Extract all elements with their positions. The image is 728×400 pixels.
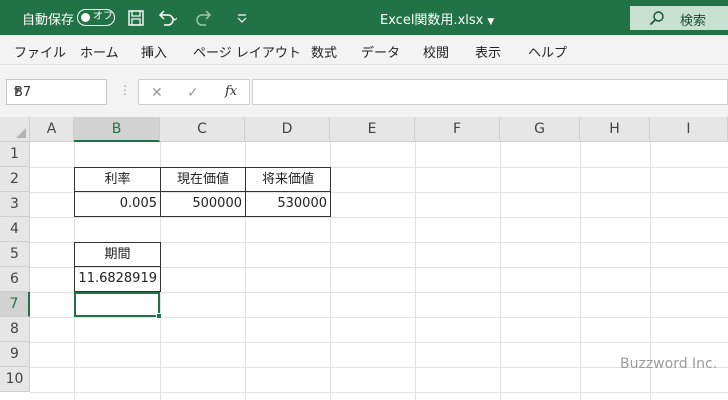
tab-insert[interactable]: 挿入: [141, 42, 167, 61]
search-label: 検索: [680, 14, 707, 29]
gridline: [30, 317, 728, 318]
row-header[interactable]: 10: [0, 367, 30, 392]
row-header[interactable]: 6: [0, 267, 30, 292]
ribbon-tabs: ファイル ホーム 挿入 ページ レイアウト 数式 データ 校閲 表示 ヘルプ: [0, 35, 728, 65]
gridline: [30, 217, 728, 218]
save-icon[interactable]: [125, 7, 147, 29]
redo-icon[interactable]: [193, 7, 215, 29]
row-header[interactable]: 1: [0, 142, 30, 167]
cell-b5[interactable]: 期間: [74, 242, 161, 267]
title-bar: 自動保存 オフ Excel関数用.xlsx ▼ 検索: [0, 0, 728, 35]
toggle-knob: [81, 12, 90, 22]
fill-handle[interactable]: [156, 313, 162, 319]
column-header[interactable]: A: [30, 117, 74, 142]
cell-c2[interactable]: 現在価値: [160, 167, 246, 192]
active-cell-b7[interactable]: [74, 292, 162, 319]
undo-icon[interactable]: [155, 7, 178, 29]
gridline: [500, 142, 501, 400]
gridline: [580, 142, 581, 400]
customize-qat-icon[interactable]: [232, 7, 254, 29]
document-title[interactable]: Excel関数用.xlsx ▼: [380, 9, 494, 28]
search-box[interactable]: 検索: [630, 6, 728, 30]
column-header[interactable]: I: [650, 117, 728, 142]
autosave-label: 自動保存: [22, 13, 75, 28]
enter-icon[interactable]: ✓: [187, 85, 199, 101]
insert-function-icon[interactable]: fx: [225, 84, 237, 99]
formula-input[interactable]: [252, 79, 728, 105]
column-header[interactable]: C: [160, 117, 245, 142]
tab-formulas[interactable]: 数式: [311, 42, 337, 61]
select-all-icon: [16, 128, 26, 138]
tab-view[interactable]: 表示: [475, 42, 501, 61]
name-box[interactable]: B7 ▼: [6, 79, 107, 105]
tab-review[interactable]: 校閲: [423, 42, 449, 61]
row-header[interactable]: 7: [0, 292, 30, 317]
column-header[interactable]: F: [415, 117, 500, 142]
row-header[interactable]: 3: [0, 192, 30, 217]
spreadsheet-grid[interactable]: A B C D E F G H I 1 2 3 4 5 6 7 8 9 10 利…: [0, 117, 728, 400]
cell-d2[interactable]: 将来価値: [245, 167, 331, 192]
more-options-icon[interactable]: ⋮: [119, 83, 131, 97]
gridline: [30, 392, 728, 393]
gridline: [30, 342, 728, 343]
cell-c3[interactable]: 500000: [160, 191, 246, 217]
cell-d3[interactable]: 530000: [245, 191, 331, 217]
tab-home[interactable]: ホーム: [80, 42, 119, 61]
column-header[interactable]: G: [500, 117, 580, 142]
search-icon: [649, 11, 664, 26]
gridline: [415, 142, 416, 400]
column-header[interactable]: D: [245, 117, 330, 142]
cell-b2[interactable]: 利率: [74, 167, 161, 192]
formula-buttons: ✕ ✓ fx: [138, 79, 250, 105]
column-header[interactable]: H: [580, 117, 650, 142]
row-header[interactable]: 2: [0, 167, 30, 192]
watermark: Buzzword Inc.: [620, 356, 718, 372]
tab-help[interactable]: ヘルプ: [528, 42, 567, 61]
cell-b6[interactable]: 11.6828919: [74, 266, 161, 292]
select-all-button[interactable]: [0, 117, 30, 142]
row-header[interactable]: 5: [0, 242, 30, 267]
tab-data[interactable]: データ: [361, 42, 400, 61]
document-title-text: Excel関数用.xlsx: [380, 13, 484, 28]
column-header[interactable]: E: [330, 117, 415, 142]
row-header[interactable]: 4: [0, 217, 30, 242]
row-header[interactable]: 8: [0, 317, 30, 342]
tab-page-layout[interactable]: ページ レイアウト: [193, 42, 301, 61]
cell-b3[interactable]: 0.005: [74, 191, 161, 217]
column-header[interactable]: B: [74, 117, 160, 142]
chevron-down-icon: ▼: [487, 17, 495, 27]
cancel-icon[interactable]: ✕: [151, 85, 163, 101]
autosave-toggle[interactable]: オフ: [77, 9, 115, 26]
chevron-down-icon[interactable]: ▼: [14, 86, 100, 95]
row-header[interactable]: 9: [0, 342, 30, 367]
autosave-state: オフ: [93, 11, 113, 22]
tab-file[interactable]: ファイル: [14, 42, 66, 61]
formula-bar: B7 ▼ ⋮ ✕ ✓ fx: [0, 65, 728, 117]
